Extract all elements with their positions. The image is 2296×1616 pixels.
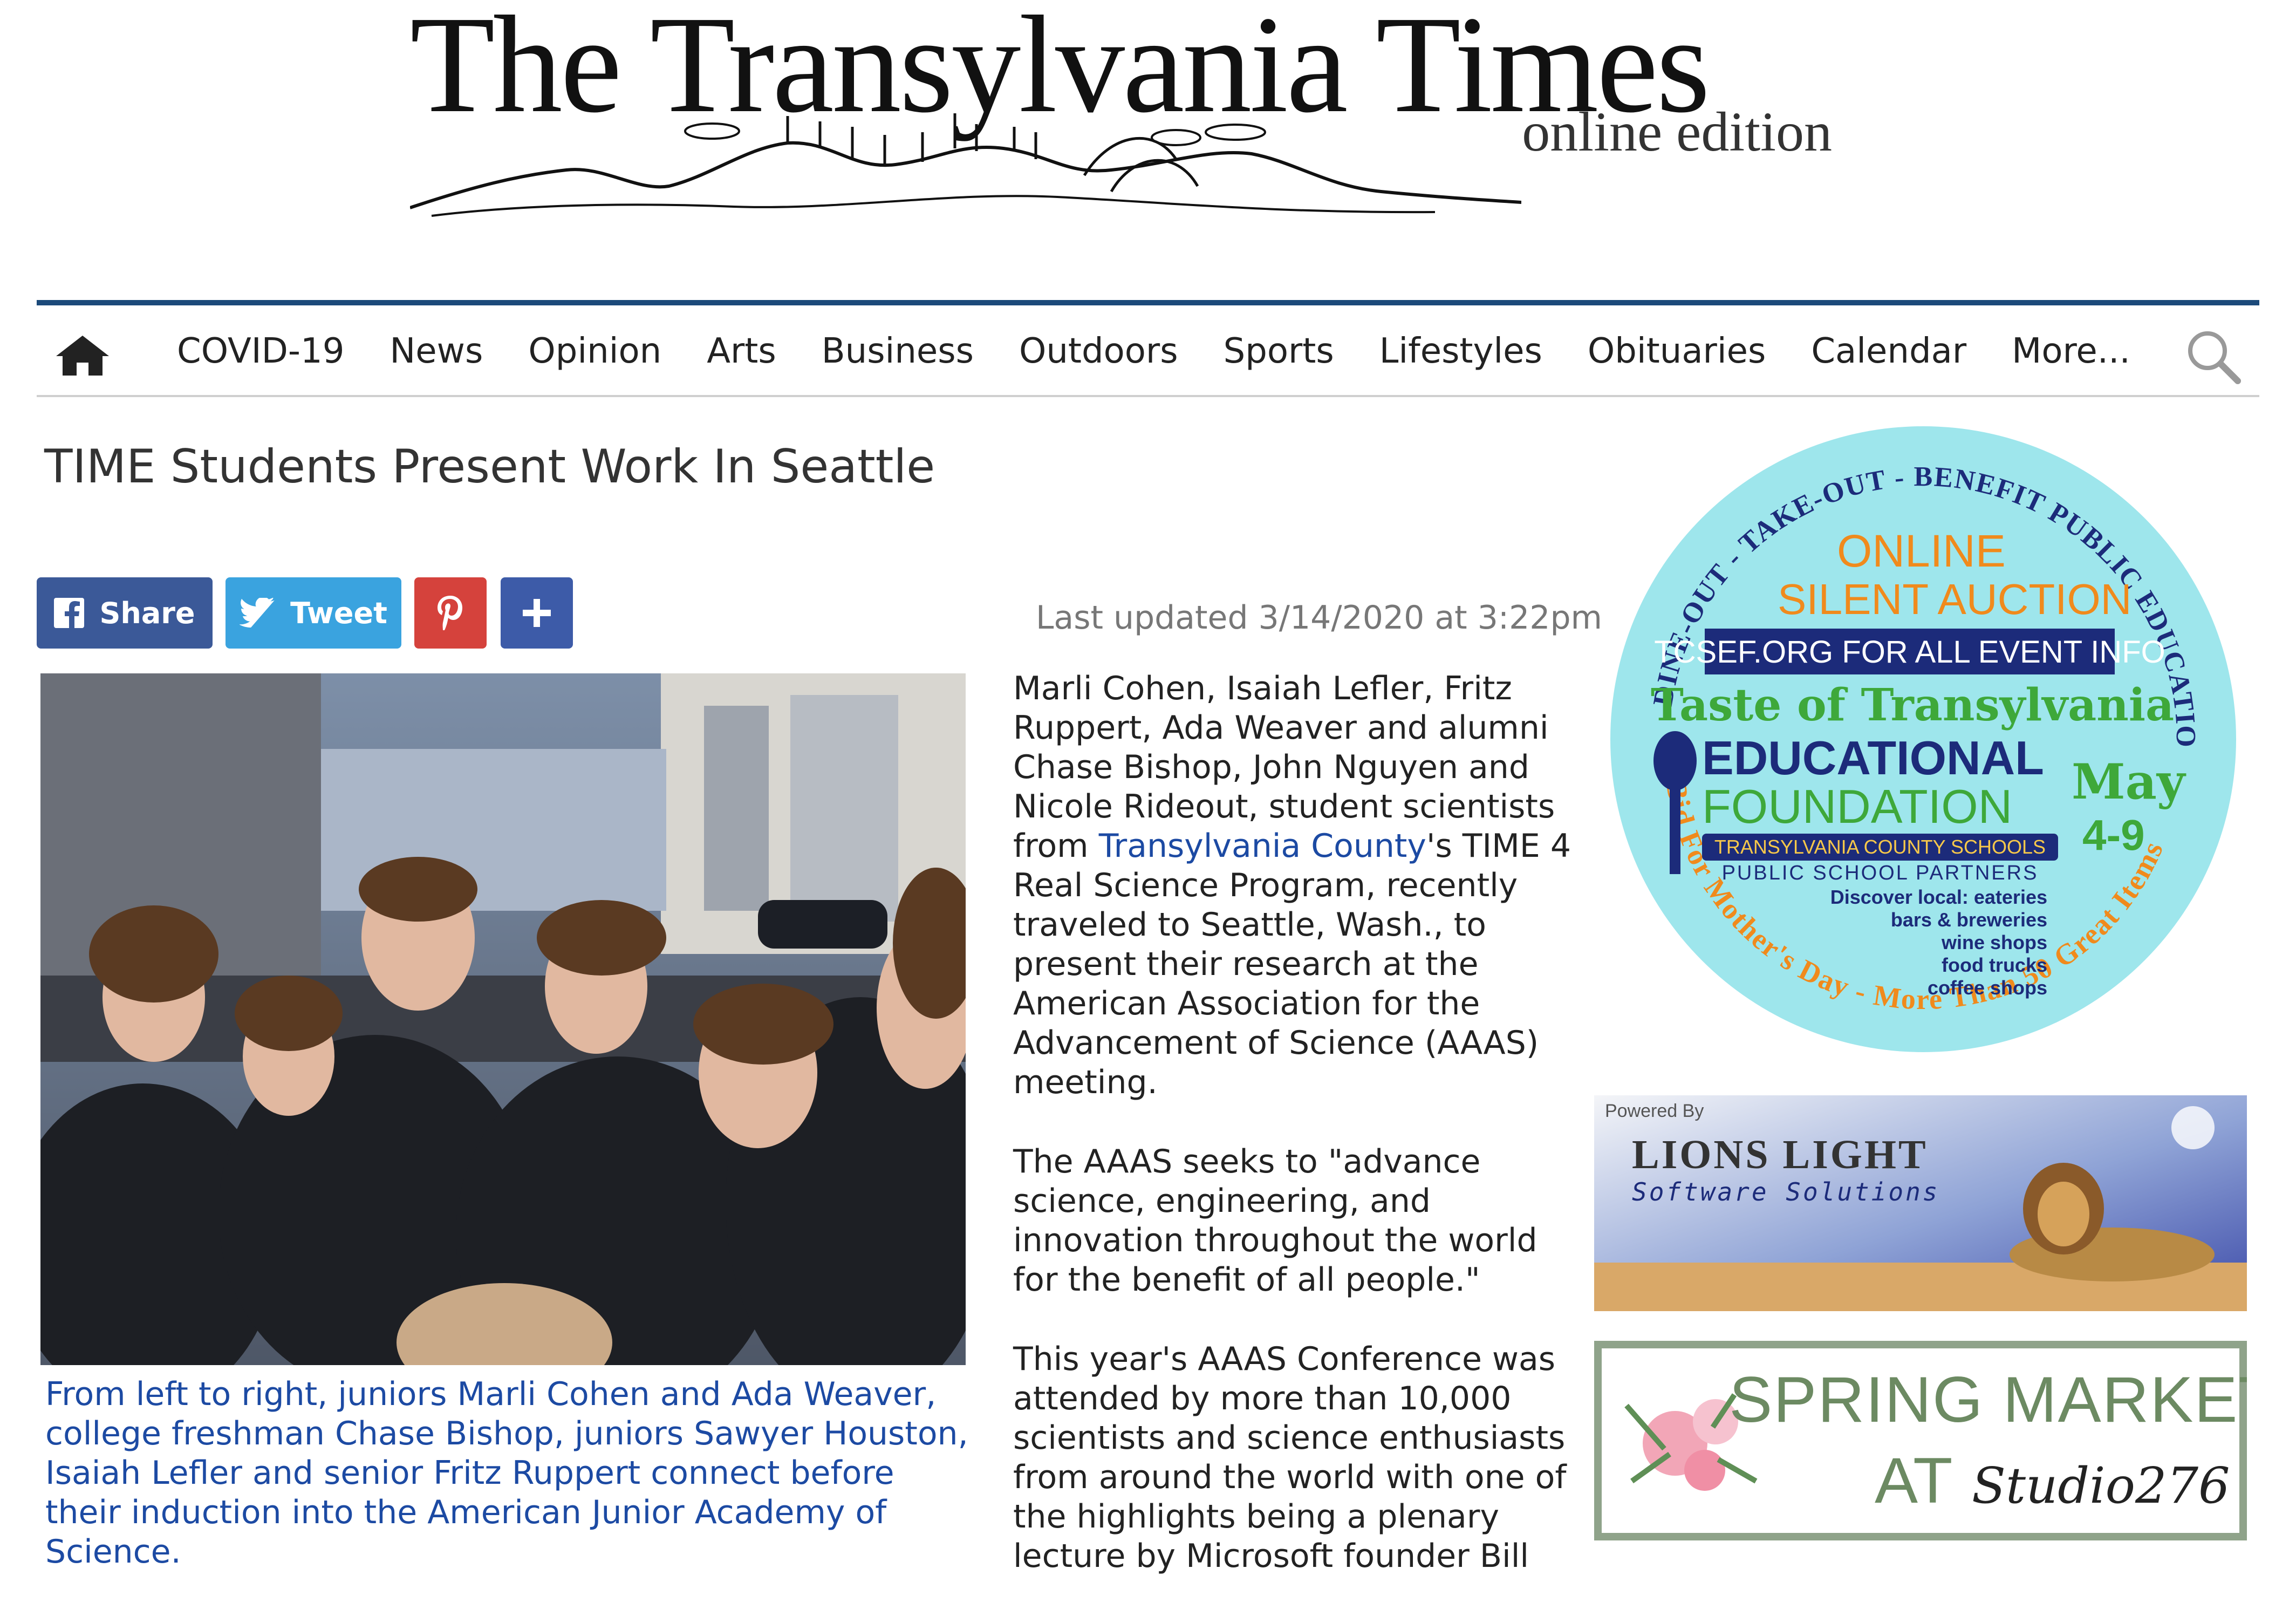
lions-light-ad[interactable]: Powered By LIONS LIGHT Software Solution… xyxy=(1594,1095,2247,1311)
last-updated: Last updated 3/14/2020 at 3:22pm xyxy=(1036,599,1602,637)
ad-discover-3: wine shops xyxy=(1941,931,2047,953)
ad-discover-4: food trucks xyxy=(1942,954,2047,976)
transylvania-county-link[interactable]: Transylvania County xyxy=(1099,827,1426,865)
nav-item-more[interactable]: More... xyxy=(1989,327,2153,376)
lions-powered-by: Powered By xyxy=(1605,1101,1704,1121)
ad-partners: PUBLIC SCHOOL PARTNERS xyxy=(1722,862,2039,884)
spring-market-studio: Studio276 xyxy=(1972,1457,2230,1515)
tweet-button[interactable]: Tweet xyxy=(226,577,401,649)
ad-silent-auction: SILENT AUCTION xyxy=(1778,575,2131,623)
nav-item-covid-19[interactable]: COVID-19 xyxy=(154,327,367,376)
nav-item-opinion[interactable]: Opinion xyxy=(505,327,684,376)
photo-caption: From left to right, juniors Marli Cohen … xyxy=(45,1375,968,1571)
tweet-label: Tweet xyxy=(290,596,387,630)
more-share-button[interactable] xyxy=(501,577,573,649)
site-subtitle: online edition xyxy=(1522,101,1832,163)
paragraph-2: The AAAS seeks to "advance science, engi… xyxy=(1013,1143,1538,1299)
lions-tagline: Software Solutions xyxy=(1632,1177,1940,1206)
paragraph-1-end: 's TIME 4 Real Science Program, recently… xyxy=(1013,827,1571,1101)
pinterest-icon xyxy=(438,596,462,630)
spring-market-title: SPRING MARKET xyxy=(1729,1363,2247,1436)
ad-educational: EDUCATIONAL xyxy=(1702,731,2044,785)
spring-market-ad[interactable]: SPRING MARKET AT Studio276 xyxy=(1594,1341,2247,1540)
facebook-share-button[interactable]: Share xyxy=(37,577,213,649)
plus-icon xyxy=(523,599,551,627)
main-nav: COVID-19 News Opinion Arts Business Outd… xyxy=(37,300,2259,397)
nav-item-outdoors[interactable]: Outdoors xyxy=(996,327,1201,376)
pinterest-button[interactable] xyxy=(414,577,487,649)
nav-item-calendar[interactable]: Calendar xyxy=(1788,327,1989,376)
nav-item-obituaries[interactable]: Obituaries xyxy=(1565,327,1788,376)
nav-item-news[interactable]: News xyxy=(367,327,505,376)
taste-of-transylvania-ad[interactable]: DINE-OUT - TAKE-OUT - BENEFIT PUBLIC EDU… xyxy=(1600,415,2247,1063)
ad-discover-2: bars & breweries xyxy=(1891,909,2047,931)
lions-name: LIONS LIGHT xyxy=(1632,1132,1928,1177)
ad-online: ONLINE xyxy=(1837,526,2006,576)
home-icon[interactable] xyxy=(53,333,112,377)
article-photo[interactable] xyxy=(40,673,966,1365)
ad-tcsef: TCSEF.ORG FOR ALL EVENT INFO xyxy=(1654,635,2165,670)
facebook-share-label: Share xyxy=(99,596,195,630)
ad-discover-5: coffee shops xyxy=(1928,977,2047,999)
paragraph-3: This year's AAAS Conference was attended… xyxy=(1013,1340,1567,1575)
spring-market-at: AT xyxy=(1875,1444,1952,1517)
nav-item-arts[interactable]: Arts xyxy=(684,327,799,376)
search-icon[interactable] xyxy=(2184,327,2243,386)
ad-may: May xyxy=(2072,753,2186,810)
ad-schools: TRANSYLVANIA COUNTY SCHOOLS xyxy=(1714,836,2046,858)
masthead[interactable]: The Transylvania Times online edition xyxy=(0,0,2296,302)
ad-taste-of: Taste of Transylvania xyxy=(1651,679,2174,731)
mountain-illustration xyxy=(410,113,1521,217)
nav-item-business[interactable]: Business xyxy=(799,327,996,376)
ad-discover-1: Discover local: eateries xyxy=(1830,886,2047,908)
article-body: Marli Cohen, Isaiah Lefler, Fritz Rupper… xyxy=(1013,669,1585,1616)
facebook-icon xyxy=(54,598,85,628)
article-headline: TIME Students Present Work In Seattle xyxy=(44,440,935,494)
twitter-icon xyxy=(240,598,275,628)
nav-item-sports[interactable]: Sports xyxy=(1201,327,1357,376)
ad-foundation: FOUNDATION xyxy=(1702,780,2012,833)
nav-items: COVID-19 News Opinion Arts Business Outd… xyxy=(154,327,2153,376)
nav-item-lifestyles[interactable]: Lifestyles xyxy=(1357,327,1565,376)
ad-dates: 4-9 xyxy=(2082,811,2145,859)
paragraph-1: Marli Cohen, Isaiah Lefler, Fritz Rupper… xyxy=(1013,669,1585,1102)
